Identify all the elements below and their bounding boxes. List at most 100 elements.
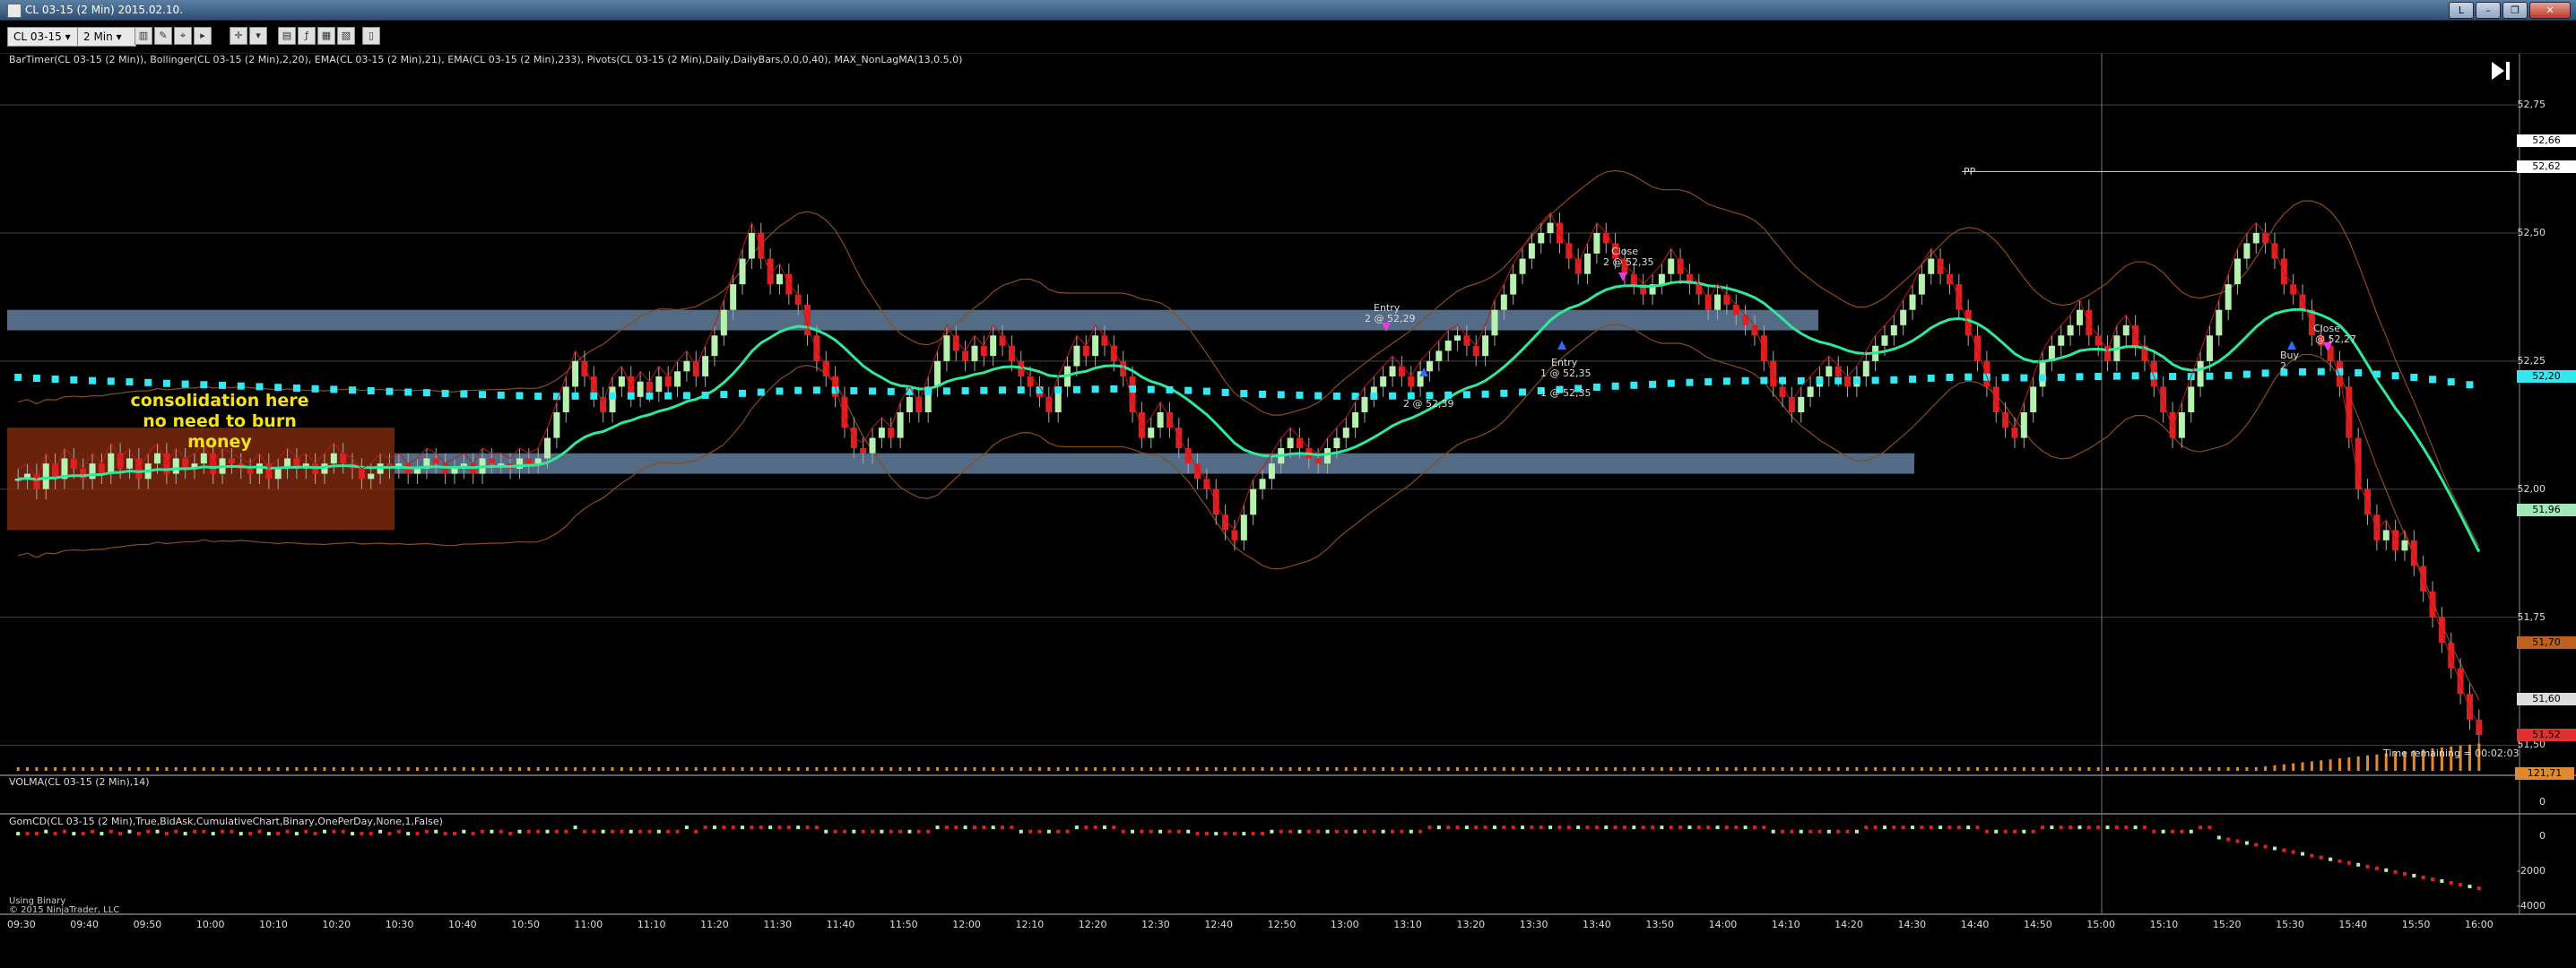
volume-bar bbox=[889, 767, 893, 771]
ema233-dot bbox=[2001, 374, 2009, 382]
ema233-dot bbox=[1760, 376, 1768, 385]
price-marker: 52,20 bbox=[2517, 370, 2576, 383]
delta-bar bbox=[2421, 875, 2425, 879]
delta-bar bbox=[935, 825, 940, 830]
support-zone bbox=[395, 453, 1914, 474]
volume-bar bbox=[1354, 767, 1357, 771]
ema233-dot bbox=[1221, 388, 1229, 396]
close-button[interactable]: ✕ bbox=[2529, 2, 2571, 19]
time-axis-label: 15:20 bbox=[2212, 919, 2242, 930]
delta-bar bbox=[1427, 825, 1432, 830]
delta-bar bbox=[871, 829, 875, 834]
bars-type-icon[interactable]: ▥ bbox=[134, 27, 152, 45]
delta-bar bbox=[1836, 829, 1841, 834]
ema233-dot bbox=[1722, 377, 1730, 385]
delta-bar bbox=[1511, 825, 1515, 830]
volume-bar bbox=[1957, 767, 1961, 771]
delta-bar bbox=[1065, 829, 1070, 834]
volume-bar bbox=[1103, 767, 1106, 771]
delta-bar bbox=[1214, 832, 1219, 836]
delta-bar bbox=[1854, 829, 1859, 834]
time-axis-label: 15:10 bbox=[2149, 919, 2179, 930]
time-axis-label: 11:50 bbox=[889, 919, 918, 930]
delta-bar bbox=[1372, 829, 1376, 834]
candle-body bbox=[1463, 335, 1470, 346]
volume-bar bbox=[1270, 767, 1273, 771]
volume-bar bbox=[611, 767, 614, 771]
volume-bar bbox=[1678, 767, 1682, 771]
delta-bar bbox=[2105, 825, 2110, 830]
volume-bar bbox=[109, 767, 113, 771]
delta-bar bbox=[2077, 825, 2082, 830]
delta-bar bbox=[2310, 853, 2314, 858]
volume-bar bbox=[295, 767, 299, 771]
ema233-dot bbox=[2466, 381, 2474, 389]
volume-bar bbox=[1604, 767, 1608, 771]
volume-bar bbox=[1446, 767, 1450, 771]
ema233-dot bbox=[2206, 372, 2214, 380]
template-icon[interactable]: ▧ bbox=[337, 27, 355, 45]
delta-bar bbox=[1279, 829, 1283, 834]
marker-icon[interactable]: ▸ bbox=[194, 27, 212, 45]
data-box-icon[interactable]: ▯ bbox=[362, 27, 380, 45]
delta-bar bbox=[750, 825, 754, 830]
volume-bar bbox=[1762, 767, 1765, 771]
chart-area[interactable]: BarTimer(CL 03-15 (2 Min)), Bollinger(CL… bbox=[0, 54, 2576, 968]
volume-bar bbox=[862, 767, 865, 771]
ema233-dot bbox=[441, 389, 449, 397]
delta-bar bbox=[647, 829, 652, 834]
volume-bar bbox=[2199, 767, 2202, 771]
ema233-dot bbox=[2169, 373, 2177, 381]
price-marker: 51,96 bbox=[2517, 503, 2576, 516]
candle-body bbox=[702, 356, 709, 376]
volume-bar bbox=[127, 767, 131, 771]
volume-bar bbox=[72, 767, 75, 771]
candle-body bbox=[2262, 233, 2269, 244]
volume-bar bbox=[118, 767, 122, 771]
candle-body bbox=[414, 468, 421, 474]
ema233-dot bbox=[367, 386, 375, 394]
candle-body bbox=[1444, 341, 1452, 351]
delta-bar bbox=[1651, 825, 1655, 830]
chart-canvas[interactable] bbox=[0, 54, 2576, 968]
candle-body bbox=[1454, 335, 1461, 341]
delta-bar bbox=[972, 825, 976, 830]
volume-bar bbox=[1790, 767, 1793, 771]
strategies-icon[interactable]: ▦ bbox=[317, 27, 335, 45]
instrument-selector[interactable]: CL 03-15 ▾ bbox=[7, 27, 86, 47]
delta-bar bbox=[221, 829, 225, 834]
volume-bar bbox=[304, 767, 308, 771]
volume-bar bbox=[685, 767, 689, 771]
volume-bar bbox=[1911, 767, 1914, 771]
window-titlebar: CL 03-15 (2 Min) 2015.02.10. L – ❐ ✕ bbox=[0, 0, 2576, 21]
delta-bar bbox=[2440, 879, 2444, 883]
crosshair-icon[interactable]: ✛ bbox=[230, 27, 247, 45]
draw-tools-icon[interactable]: ⌖ bbox=[174, 27, 192, 45]
volume-bar bbox=[907, 767, 911, 771]
skip-to-end-icon[interactable] bbox=[2489, 59, 2512, 82]
zoom-icon[interactable]: ▾ bbox=[249, 27, 267, 45]
time-axis-label: 14:30 bbox=[1897, 919, 1927, 930]
delta-bar bbox=[898, 829, 903, 834]
delta-bar bbox=[564, 829, 568, 834]
properties-icon[interactable]: ▤ bbox=[278, 27, 296, 45]
minimize-button[interactable]: – bbox=[2476, 2, 2501, 19]
delta-bar bbox=[2329, 857, 2333, 861]
maximize-button[interactable]: ❐ bbox=[2502, 2, 2528, 19]
link-button[interactable]: L bbox=[2449, 2, 2474, 19]
indicators-icon[interactable]: ƒ bbox=[298, 27, 316, 45]
candle-body bbox=[1798, 396, 1805, 412]
volume-bar bbox=[2041, 767, 2044, 771]
time-axis-label: 10:50 bbox=[511, 919, 540, 930]
candle-body bbox=[228, 458, 235, 464]
delta-bar bbox=[601, 829, 605, 834]
interval-selector[interactable]: 2 Min ▾ bbox=[77, 27, 136, 47]
delta-bar bbox=[127, 829, 132, 834]
pencil-icon[interactable]: ✎ bbox=[154, 27, 172, 45]
candle-body bbox=[878, 428, 885, 438]
time-axis-label: 12:10 bbox=[1015, 919, 1045, 930]
volume-bar bbox=[704, 767, 707, 771]
delta-bar bbox=[1455, 825, 1460, 830]
candle-body bbox=[2169, 412, 2176, 438]
volume-bar bbox=[212, 767, 215, 771]
